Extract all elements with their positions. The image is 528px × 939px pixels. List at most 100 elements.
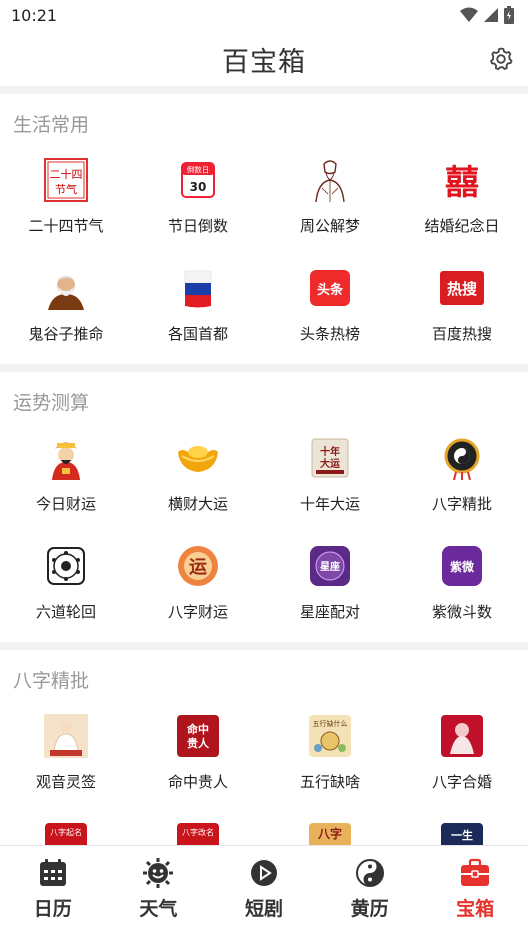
tool-label: 节日倒数: [167, 217, 228, 235]
tool-label: 星座配对: [299, 603, 360, 621]
svg-text:30: 30: [190, 180, 207, 194]
section-title: 生活常用: [13, 114, 90, 136]
noble-person-icon: 命中 贵人: [177, 715, 219, 757]
tool-label: 今日财运: [35, 495, 96, 513]
svg-text:五行缺什么: 五行缺什么: [313, 719, 348, 728]
svg-text:囍: 囍: [445, 163, 479, 202]
six-paths-icon: [47, 547, 85, 585]
tool-guanyin[interactable]: 观音灵签: [0, 704, 132, 812]
marriage-match-icon: [441, 715, 483, 757]
svg-text:八字: 八字: [317, 826, 342, 841]
tool-solar-terms[interactable]: 二十四 节气 二十四节气: [0, 148, 132, 256]
tool-bazi-analysis[interactable]: 八字: [264, 812, 396, 845]
tool-bazi-wealth[interactable]: 运 八字财运: [132, 534, 264, 642]
svg-text:倒数日: 倒数日: [187, 165, 210, 175]
tool-toutiao[interactable]: 头条 头条热榜: [264, 256, 396, 364]
status-icons: [460, 6, 514, 24]
svg-text:头条: 头条: [317, 282, 344, 298]
tab-toolbox[interactable]: 宝箱: [422, 846, 528, 939]
section-fortune: 运势测算 今日财运 横财大运 十年 大运 十年大运 八字精批 六道轮回 运 八字…: [0, 372, 528, 642]
lifetime-fortune-icon: 一生: [441, 823, 483, 845]
tool-noble[interactable]: 命中 贵人 命中贵人: [132, 704, 264, 812]
bagua-compass-icon: [444, 438, 480, 480]
tool-lifetime[interactable]: 一生: [396, 812, 528, 845]
tool-bazi-reading[interactable]: 八字精批: [396, 426, 528, 534]
weather-icon: [143, 858, 174, 888]
status-bar: 10:21: [0, 0, 528, 32]
svg-text:运: 运: [189, 557, 207, 578]
tool-label: 八字财运: [167, 603, 228, 621]
battery-icon: [504, 6, 514, 24]
svg-text:一生: 一生: [451, 828, 473, 842]
bazi-wealth-icon: 运: [178, 546, 218, 586]
tool-capitals[interactable]: 各国首都: [132, 256, 264, 364]
tool-label: 五行缺啥: [299, 773, 360, 791]
tab-label: 天气: [139, 898, 178, 920]
tool-label: 百度热搜: [431, 325, 492, 343]
tool-six-paths[interactable]: 六道轮回: [0, 534, 132, 642]
tool-label: 命中贵人: [167, 773, 228, 791]
tool-marriage[interactable]: 八字合婚: [396, 704, 528, 812]
solar-terms-icon: 二十四 节气: [44, 158, 88, 202]
countdown-calendar-icon: 倒数日 30: [181, 162, 215, 198]
bazi-naming-icon: 八字起名: [45, 823, 87, 845]
guanyin-icon: [44, 714, 88, 758]
status-time: 10:21: [11, 6, 58, 25]
svg-text:热搜: 热搜: [447, 280, 478, 298]
yin-yang-icon: [355, 859, 384, 887]
bazi-rename-icon: 八字改名: [177, 823, 219, 845]
tool-zodiac[interactable]: 星座 星座配对: [264, 534, 396, 642]
tool-label: 各国首都: [167, 325, 228, 343]
play-icon: [250, 860, 277, 886]
hot-search-icon: 热搜: [440, 271, 484, 305]
svg-text:大运: 大运: [320, 457, 340, 470]
tool-label: 鬼谷子推命: [28, 325, 104, 343]
svg-text:八字改名: 八字改名: [182, 827, 214, 837]
tab-almanac[interactable]: 黄历: [317, 846, 423, 939]
signal-icon: [484, 8, 498, 22]
guiguzi-portrait-icon: [48, 276, 84, 310]
svg-text:命中: 命中: [186, 722, 209, 736]
page-title: 百宝箱: [222, 47, 306, 78]
tab-weather[interactable]: 天气: [106, 846, 212, 939]
zodiac-match-icon: 星座: [310, 546, 350, 586]
tool-label: 观音灵签: [35, 773, 96, 791]
bazi-analysis-icon: 八字: [309, 823, 351, 845]
tab-short-drama[interactable]: 短剧: [211, 846, 317, 939]
toolbox-icon: [461, 858, 490, 886]
tool-daily-wealth[interactable]: 今日财运: [0, 426, 132, 534]
five-elements-icon: 五行缺什么: [309, 715, 351, 757]
svg-text:紫微: 紫微: [450, 559, 475, 574]
tool-bazi-naming[interactable]: 八字起名: [0, 812, 132, 845]
gear-icon[interactable]: [488, 46, 514, 72]
tab-label: 宝箱: [456, 898, 495, 920]
tool-dream[interactable]: 周公解梦: [264, 148, 396, 256]
god-of-wealth-icon: [52, 442, 80, 480]
tool-windfall[interactable]: 横财大运: [132, 426, 264, 534]
tool-ten-year[interactable]: 十年 大运 十年大运: [264, 426, 396, 534]
section-title: 运势测算: [13, 392, 90, 414]
tool-label: 八字精批: [431, 495, 492, 513]
tool-ziwei[interactable]: 紫微 紫微斗数: [396, 534, 528, 642]
toolbox-content[interactable]: 生活常用 二十四 节气 二十四节气 倒数日 30 节日倒数 周公解梦 囍 结婚纪…: [0, 94, 528, 845]
zhougong-portrait-icon: [315, 160, 345, 202]
tool-label: 二十四节气: [28, 217, 104, 235]
flag-icon: [184, 270, 212, 308]
double-happiness-icon: 囍: [445, 163, 479, 202]
svg-text:贵人: 贵人: [187, 736, 210, 750]
tool-guiguzi[interactable]: 鬼谷子推命: [0, 256, 132, 364]
tab-label: 日历: [33, 898, 72, 920]
tool-countdown[interactable]: 倒数日 30 节日倒数: [132, 148, 264, 256]
tool-label: 紫微斗数: [431, 603, 492, 621]
tool-five-elements[interactable]: 五行缺什么 五行缺啥: [264, 704, 396, 812]
tool-baidu-hot[interactable]: 热搜 百度热搜: [396, 256, 528, 364]
tool-label: 结婚纪念日: [424, 217, 500, 235]
tool-label: 十年大运: [299, 495, 360, 513]
svg-text:星座: 星座: [320, 560, 340, 573]
section-bazi: 八字精批 观音灵签 命中 贵人 命中贵人 五行缺什么 五行缺啥 八字合婚 八字起…: [0, 650, 528, 845]
tab-label: 黄历: [350, 898, 389, 920]
tool-anniversary[interactable]: 囍 结婚纪念日: [396, 148, 528, 256]
tab-calendar[interactable]: 日历: [0, 846, 106, 939]
tool-bazi-rename[interactable]: 八字改名: [132, 812, 264, 845]
app-header: 百宝箱: [0, 32, 528, 86]
